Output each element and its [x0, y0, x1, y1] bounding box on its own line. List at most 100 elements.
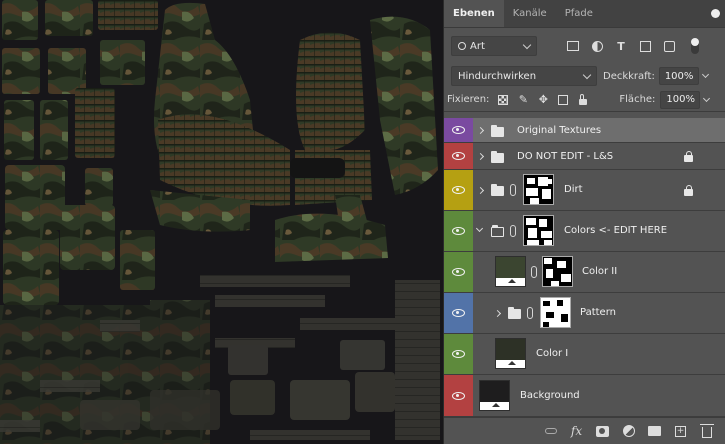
link-icon — [527, 307, 533, 319]
new-group-folder-icon[interactable] — [647, 424, 662, 439]
layer-name: Dirt — [564, 184, 583, 195]
link-layers-icon[interactable] — [543, 424, 558, 439]
expand-arrow-icon[interactable] — [493, 309, 502, 318]
layer-mask-thumbnail[interactable] — [542, 256, 573, 287]
eye-icon — [452, 391, 465, 400]
layer-name: Colors <- EDIT HERE — [564, 225, 668, 236]
visibility-toggle[interactable] — [444, 252, 473, 292]
chevron-down-icon — [522, 40, 532, 50]
folder-icon — [491, 125, 504, 137]
layers-bottom-toolbar: fx + — [444, 417, 725, 444]
eye-icon — [452, 350, 465, 358]
folder-icon — [491, 151, 504, 163]
visibility-toggle[interactable] — [444, 170, 473, 210]
folder-open-icon — [491, 225, 504, 237]
blend-mode-value: Hindurchwirken — [458, 70, 537, 82]
layers-panel: Ebenen Kanäle Pfade Art T Hindurchwirken… — [443, 0, 725, 444]
mask-pattern — [543, 300, 568, 327]
fill-layer-thumbnail[interactable] — [495, 256, 526, 287]
new-layer-icon[interactable]: + — [673, 424, 688, 439]
visibility-toggle[interactable] — [444, 143, 473, 169]
delete-layer-trash-icon[interactable] — [699, 423, 714, 439]
visibility-toggle[interactable] — [444, 293, 473, 333]
layer-original-textures[interactable]: Original Textures — [444, 118, 725, 143]
lock-artboard-icon[interactable] — [555, 92, 571, 108]
layer-color-i[interactable]: Color I — [444, 334, 725, 375]
tab-channels[interactable]: Kanäle — [504, 0, 556, 27]
document-canvas[interactable] — [0, 0, 443, 444]
filter-smart-object-icon[interactable] — [661, 38, 677, 54]
visibility-toggle[interactable] — [444, 334, 473, 374]
expand-arrow-icon[interactable] — [476, 186, 485, 195]
eye-icon — [452, 186, 465, 194]
eye-icon — [452, 152, 465, 160]
filter-toggle-switch[interactable] — [687, 38, 703, 54]
lock-image-pixels-icon[interactable]: ✎ — [515, 92, 531, 108]
mask-pattern — [526, 218, 552, 245]
layer-name: Background — [520, 390, 580, 401]
filter-kind-value: Art — [470, 40, 485, 52]
layer-background[interactable]: Background — [444, 375, 725, 417]
opacity-dropdown-chevron-icon[interactable] — [701, 70, 709, 79]
fill-layer-thumbnail[interactable] — [479, 380, 510, 411]
layer-colors-edit-here[interactable]: Colors <- EDIT HERE — [444, 211, 725, 252]
panel-menu-icon[interactable] — [705, 0, 725, 27]
lock-position-icon[interactable]: ✥ — [535, 92, 551, 108]
tab-paths[interactable]: Pfade — [556, 0, 602, 27]
visibility-toggle[interactable] — [444, 118, 473, 142]
layer-pattern[interactable]: Pattern — [444, 293, 725, 334]
layer-name: DO NOT EDIT - L&S — [517, 151, 614, 162]
opacity-label: Deckkraft: — [603, 70, 655, 82]
layer-filter-row: Art T — [444, 28, 725, 64]
folder-icon — [508, 307, 521, 319]
lock-all-icon[interactable] — [575, 92, 591, 108]
panel-tabs: Ebenen Kanäle Pfade — [444, 0, 725, 28]
filter-adjustment-layer-icon[interactable] — [589, 38, 605, 54]
collapse-arrow-icon[interactable] — [475, 224, 484, 233]
fill-layer-thumbnail[interactable] — [495, 338, 526, 369]
expand-arrow-icon[interactable] — [476, 152, 485, 161]
blend-mode-select[interactable]: Hindurchwirken — [451, 66, 597, 86]
lock-transparent-pixels-icon[interactable] — [495, 92, 511, 108]
layers-list: Original Textures DO NOT EDIT - L&S Dirt — [444, 118, 725, 417]
tab-layers[interactable]: Ebenen — [444, 0, 504, 27]
layer-mask-thumbnail[interactable] — [523, 174, 554, 205]
eye-icon — [452, 309, 465, 317]
mask-pattern — [526, 177, 552, 204]
layer-style-fx-icon[interactable]: fx — [569, 424, 584, 439]
lock-label: Fixieren: — [447, 94, 490, 105]
mask-pattern — [544, 258, 571, 286]
visibility-toggle[interactable] — [444, 211, 473, 251]
lock-icon — [684, 151, 693, 162]
fill-dropdown-chevron-icon[interactable] — [703, 94, 711, 102]
link-icon — [510, 225, 516, 237]
layer-dirt[interactable]: Dirt — [444, 170, 725, 211]
chevron-down-icon — [582, 70, 592, 80]
fill-input[interactable]: 100% — [660, 90, 701, 109]
visibility-toggle[interactable] — [444, 375, 473, 416]
texture-artwork — [0, 0, 440, 444]
fill-value: 100% — [666, 94, 696, 105]
expand-arrow-icon[interactable] — [476, 126, 485, 135]
filter-kind-select[interactable]: Art — [451, 36, 537, 56]
folder-icon — [491, 184, 504, 196]
opacity-input[interactable]: 100% — [658, 67, 699, 85]
layer-mask-thumbnail[interactable] — [540, 297, 571, 328]
new-adjustment-layer-icon[interactable] — [621, 424, 636, 439]
link-icon — [510, 184, 516, 196]
layer-mask-thumbnail[interactable] — [523, 215, 554, 246]
filter-pixel-layer-icon[interactable] — [565, 38, 581, 54]
layer-name: Pattern — [580, 307, 616, 318]
layer-name: Original Textures — [517, 125, 602, 136]
layer-color-ii[interactable]: Color II — [444, 252, 725, 293]
link-icon — [531, 266, 537, 278]
lock-icon — [684, 185, 693, 196]
eye-icon — [452, 227, 465, 235]
layer-do-not-edit[interactable]: DO NOT EDIT - L&S — [444, 143, 725, 170]
add-layer-mask-icon[interactable] — [595, 424, 610, 439]
search-icon — [458, 42, 466, 50]
filter-shape-layer-icon[interactable] — [637, 38, 653, 54]
filter-type-layer-icon[interactable]: T — [613, 38, 629, 54]
layer-name: Color I — [536, 348, 569, 359]
blend-row: Hindurchwirken Deckkraft: 100% — [444, 64, 725, 88]
